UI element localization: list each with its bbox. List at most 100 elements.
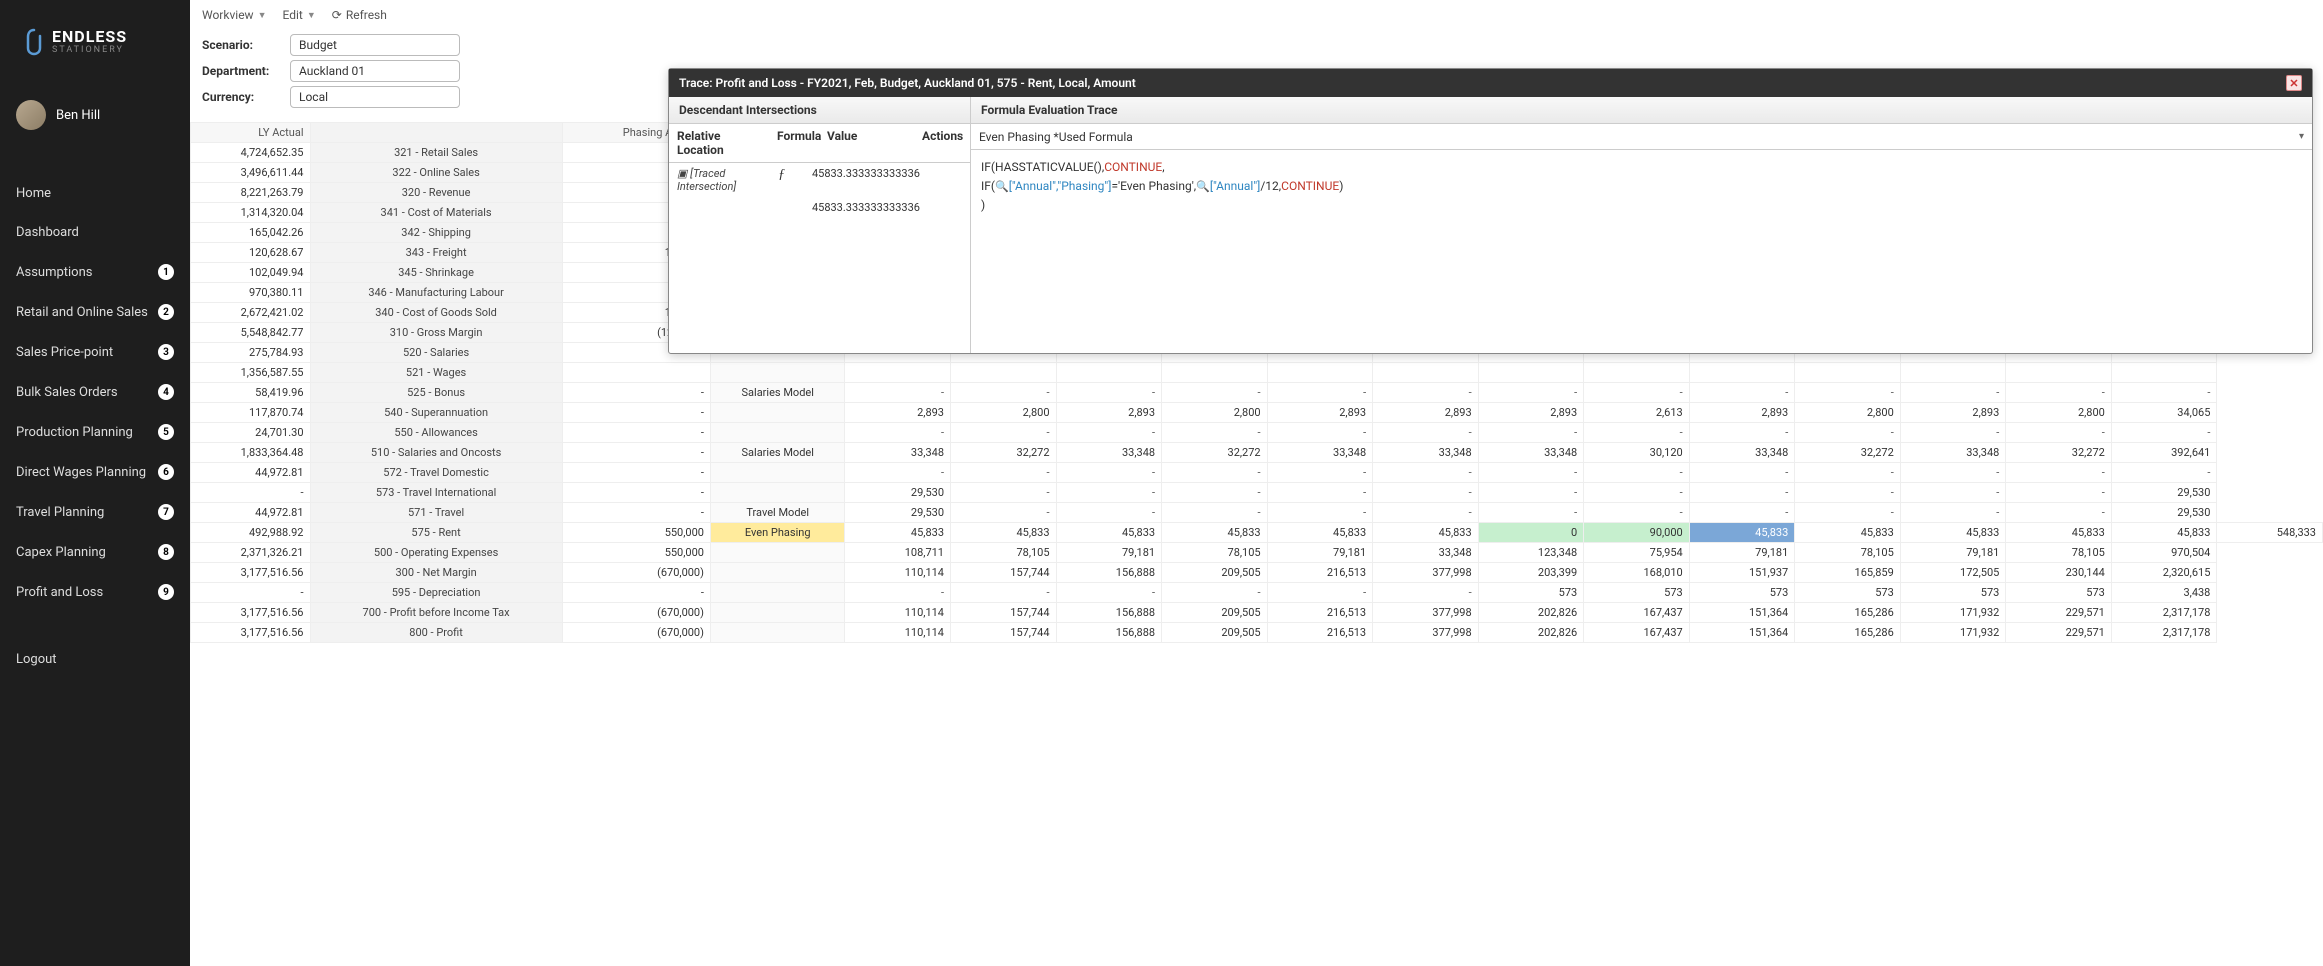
cell-ly[interactable]: 8,221,263.79 [191, 183, 311, 203]
cell[interactable]: 123,348 [1478, 543, 1584, 563]
cell[interactable]: - [951, 463, 1057, 483]
cell-model[interactable] [710, 543, 845, 563]
cell-phasing[interactable]: - [562, 463, 710, 483]
cell-ly[interactable]: 1,314,320.04 [191, 203, 311, 223]
cell-phasing[interactable]: - [562, 403, 710, 423]
cell[interactable]: 970,504 [2111, 543, 2217, 563]
cell-ly[interactable]: 44,972.81 [191, 463, 311, 483]
cell[interactable] [2006, 363, 2112, 383]
cell[interactable]: 377,998 [1373, 603, 1479, 623]
nav-item-dashboard[interactable]: Dashboard [0, 213, 190, 252]
cell[interactable]: 32,272 [1162, 443, 1268, 463]
cell[interactable]: - [845, 583, 951, 603]
cell-ly[interactable]: - [191, 483, 311, 503]
refresh-button[interactable]: ⟳ Refresh [332, 8, 387, 22]
nav-item-bulk-sales-orders[interactable]: Bulk Sales Orders4 [0, 372, 190, 412]
cell[interactable]: 45,833 [2111, 523, 2217, 543]
row-label[interactable]: 800 - Profit [310, 623, 562, 643]
cell[interactable]: - [1267, 463, 1373, 483]
nav-item-direct-wages-planning[interactable]: Direct Wages Planning6 [0, 452, 190, 492]
cell[interactable]: - [1267, 503, 1373, 523]
cell[interactable]: 2,893 [1478, 403, 1584, 423]
cell-model[interactable] [710, 623, 845, 643]
cell[interactable]: 165,286 [1795, 603, 1901, 623]
cell[interactable]: 33,348 [1478, 443, 1584, 463]
cell[interactable]: 33,348 [1689, 443, 1795, 463]
cell[interactable]: 167,437 [1584, 623, 1690, 643]
row-label[interactable]: 343 - Freight [310, 243, 562, 263]
nav-item-production-planning[interactable]: Production Planning5 [0, 412, 190, 452]
row-label[interactable]: 520 - Salaries [310, 343, 562, 363]
cell[interactable]: 29,530 [845, 483, 951, 503]
cell-model[interactable] [710, 363, 845, 383]
cell[interactable]: - [1900, 383, 2006, 403]
cell-model[interactable]: Salaries Model [710, 383, 845, 403]
cell[interactable]: 216,513 [1267, 623, 1373, 643]
cell[interactable]: 2,800 [2006, 403, 2112, 423]
cell[interactable]: 2,893 [845, 403, 951, 423]
cell[interactable]: - [2111, 423, 2217, 443]
cell[interactable]: - [1900, 503, 2006, 523]
cell[interactable]: 202,826 [1478, 603, 1584, 623]
cell[interactable]: 34,065 [2111, 403, 2217, 423]
cell[interactable]: - [1373, 463, 1479, 483]
cell[interactable]: - [2006, 463, 2112, 483]
cell[interactable]: 377,998 [1373, 623, 1479, 643]
cell[interactable]: 33,348 [1056, 443, 1162, 463]
cell[interactable]: - [1689, 463, 1795, 483]
cell-model[interactable] [710, 603, 845, 623]
cell-ly[interactable]: 44,972.81 [191, 503, 311, 523]
cell[interactable]: - [1162, 583, 1268, 603]
cell[interactable]: 2,893 [1900, 403, 2006, 423]
cell[interactable]: 573 [1795, 583, 1901, 603]
close-icon[interactable]: ✕ [2286, 75, 2302, 91]
row-label[interactable]: 573 - Travel International [310, 483, 562, 503]
cell-ly[interactable]: 492,988.92 [191, 523, 311, 543]
row-label[interactable]: 521 - Wages [310, 363, 562, 383]
cell-ly[interactable]: 970,380.11 [191, 283, 311, 303]
cell[interactable]: 45,833 [845, 523, 951, 543]
cell[interactable]: - [1900, 483, 2006, 503]
cell[interactable]: 2,893 [1689, 403, 1795, 423]
cell[interactable]: 209,505 [1162, 563, 1268, 583]
cell[interactable]: 75,954 [1584, 543, 1690, 563]
cell[interactable]: 151,364 [1689, 623, 1795, 643]
cell[interactable]: 202,826 [1478, 623, 1584, 643]
row-label[interactable]: 345 - Shrinkage [310, 263, 562, 283]
cell-ly[interactable]: 5,548,842.77 [191, 323, 311, 343]
cell[interactable]: 32,272 [1795, 443, 1901, 463]
cell[interactable]: 33,348 [1373, 443, 1479, 463]
cell-ly[interactable]: 3,177,516.56 [191, 563, 311, 583]
cell[interactable]: - [1267, 423, 1373, 443]
cell[interactable]: 78,105 [2006, 543, 2112, 563]
nav-item-profit-and-loss[interactable]: Profit and Loss9 [0, 572, 190, 612]
cell-ly[interactable]: 24,701.30 [191, 423, 311, 443]
cell[interactable]: - [951, 503, 1057, 523]
cell-ly[interactable]: 3,177,516.56 [191, 623, 311, 643]
user-block[interactable]: Ben Hill [0, 88, 190, 142]
cell[interactable]: - [1478, 423, 1584, 443]
cell[interactable]: 78,105 [951, 543, 1057, 563]
cell[interactable]: - [1267, 383, 1373, 403]
cell[interactable] [1056, 363, 1162, 383]
cell[interactable]: - [845, 463, 951, 483]
row-label[interactable]: 321 - Retail Sales [310, 143, 562, 163]
cell-model[interactable] [710, 483, 845, 503]
nav-item-capex-planning[interactable]: Capex Planning8 [0, 532, 190, 572]
cell-ly[interactable]: 165,042.26 [191, 223, 311, 243]
cell[interactable]: - [2006, 483, 2112, 503]
cell[interactable]: 2,317,178 [2111, 623, 2217, 643]
cell[interactable]: 45,833 [1689, 523, 1795, 543]
cell-model[interactable]: Salaries Model [710, 443, 845, 463]
cell[interactable] [2111, 363, 2217, 383]
cell[interactable]: - [1478, 483, 1584, 503]
cell[interactable]: 156,888 [1056, 623, 1162, 643]
trace-row[interactable]: 45833.333333333336 [669, 197, 970, 218]
cell[interactable]: - [2111, 383, 2217, 403]
cell[interactable]: 3,438 [2111, 583, 2217, 603]
cell[interactable]: - [1689, 423, 1795, 443]
row-label[interactable]: 550 - Allowances [310, 423, 562, 443]
cell-model[interactable]: Even Phasing [710, 523, 845, 543]
cell[interactable]: 0 [1478, 523, 1584, 543]
cell[interactable]: - [951, 583, 1057, 603]
